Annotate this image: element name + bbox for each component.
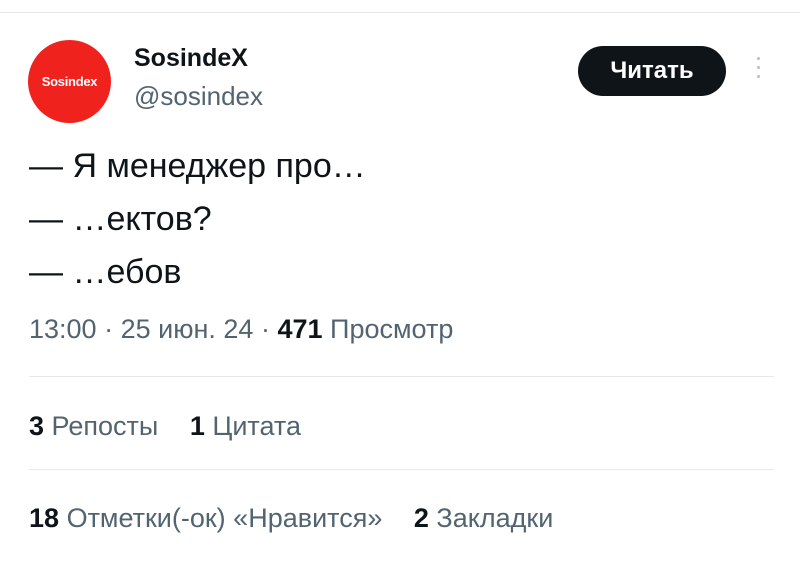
meta-separator: · <box>260 314 270 344</box>
tweet-line: — Я менеджер про… <box>29 147 366 185</box>
views-label: Просмотр <box>330 314 454 344</box>
more-options-icon[interactable] <box>752 57 764 87</box>
bookmarks-stat[interactable]: 2 Закладки <box>414 503 553 534</box>
stats-row-reposts: 3 Репосты 1 Цитата <box>29 411 325 442</box>
display-name[interactable]: SosindeX <box>134 44 248 73</box>
divider <box>29 376 774 377</box>
quotes-count: 1 <box>189 411 205 441</box>
quotes-stat[interactable]: 1 Цитата <box>190 411 301 442</box>
likes-stat[interactable]: 18 Отметки(-ок) «Нравится» <box>29 503 382 534</box>
user-handle[interactable]: @sosindex <box>134 81 263 112</box>
reposts-stat[interactable]: 3 Репосты <box>29 411 158 442</box>
top-divider <box>0 12 800 13</box>
tweet-time[interactable]: 13:00 <box>29 314 97 344</box>
likes-count: 18 <box>29 503 60 533</box>
divider <box>29 469 774 470</box>
meta-separator: · <box>104 314 114 344</box>
follow-button[interactable]: Читать <box>578 46 726 96</box>
bookmarks-label: Закладки <box>436 503 554 533</box>
views-count: 471 <box>277 314 323 344</box>
tweet-line: — …ектов? <box>29 200 212 238</box>
bookmarks-count: 2 <box>413 503 429 533</box>
tweet-line: — …ебов <box>29 253 182 291</box>
stats-row-likes: 18 Отметки(-ок) «Нравится» 2 Закладки <box>29 503 577 534</box>
tweet-date[interactable]: 25 июн. 24 <box>121 314 254 344</box>
tweet-meta: 13:00 · 25 июн. 24 · 471 Просмотр <box>29 314 453 345</box>
quotes-label: Цитата <box>212 411 301 441</box>
avatar-logo-text: Sosindex <box>41 74 98 89</box>
avatar[interactable]: Sosindex <box>28 40 111 123</box>
reposts-label: Репосты <box>51 411 159 441</box>
likes-label: Отметки(-ок) «Нравится» <box>66 503 383 533</box>
tweet-text: — Я менеджер про… — …ектов? — …ебов <box>29 140 366 299</box>
reposts-count: 3 <box>29 411 45 441</box>
